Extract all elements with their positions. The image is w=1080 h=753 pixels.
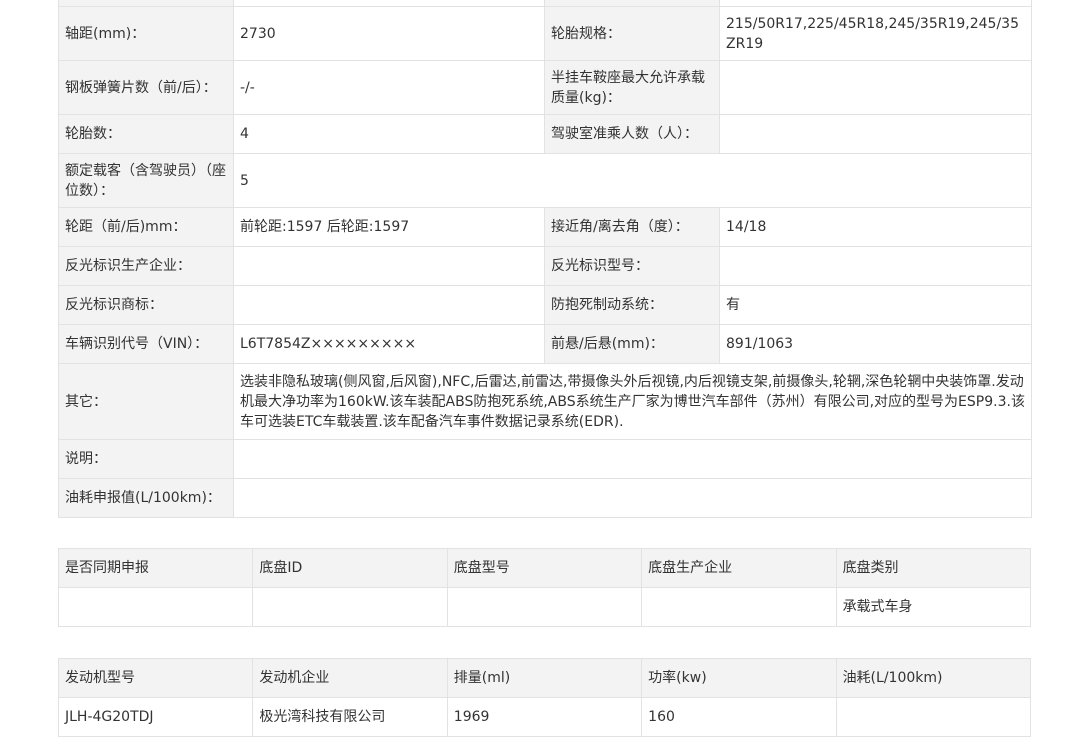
tire-spec-value: 215/50R17,225/45R18,245/35R19,245/35ZR19: [719, 6, 1032, 61]
column-header: 油耗(L/100km): [835, 658, 1032, 698]
notes-label: 说明：: [58, 439, 234, 479]
table-row: 反光标识商标： 防抱死制动系统： 有: [58, 285, 1032, 325]
table-cell: 承载式车身: [835, 587, 1032, 627]
table-row: 其它： 选装非隐私玻璃(侧风窗,后风窗),NFC,后雷达,前雷达,带摄像头外后视…: [58, 363, 1032, 440]
wheelbase-value: 2730: [233, 6, 545, 61]
chassis-table: 是否同期申报 底盘ID 底盘型号 底盘生产企业 底盘类别 承载式车身: [57, 548, 1032, 627]
approach-departure-angle-value: 14/18: [719, 207, 1032, 247]
table-cell: [57, 587, 254, 627]
approach-departure-angle-label: 接近角/离去角（度）：: [544, 207, 720, 247]
table-cell: [641, 587, 837, 627]
leaf-spring-value: -/-: [233, 60, 545, 115]
table-header-row: 发动机型号 发动机企业 排量(ml) 功率(kw) 油耗(L/100km): [57, 658, 1032, 698]
table-row: 油耗申报值(L/100km)：: [58, 478, 1032, 518]
track-label: 轮距（前/后)mm：: [58, 207, 234, 247]
column-header: 排量(ml): [446, 658, 643, 698]
column-header: 底盘型号: [446, 548, 643, 588]
vin-value: L6T7854Z×××××××××: [233, 324, 545, 364]
reflective-model-label: 反光标识型号：: [544, 246, 720, 286]
fuel-declared-value: [233, 478, 1032, 518]
reflective-brand-value: [233, 285, 545, 325]
overhang-value: 891/1063: [719, 324, 1032, 364]
table-cell: 1969: [446, 697, 643, 737]
leaf-spring-label: 钢板弹簧片数（前/后）：: [58, 60, 234, 115]
table-row: 轮胎数： 4 驾驶室准乘人数（人）：: [58, 114, 1032, 154]
tire-count-value: 4: [233, 114, 545, 154]
table-row: 轮距（前/后)mm： 前轮距:1597 后轮距:1597 接近角/离去角（度）：…: [58, 207, 1032, 247]
table-row: 车辆识别代号（VIN）： L6T7854Z××××××××× 前悬/后悬(mm)…: [58, 324, 1032, 364]
passengers-label: 额定载客（含驾驶员）（座位数）：: [58, 153, 234, 208]
column-header: 发动机型号: [57, 658, 254, 698]
other-label: 其它：: [58, 363, 234, 440]
table-cell: JLH-4G20TDJ: [57, 697, 254, 737]
reflective-model-value: [719, 246, 1032, 286]
table-cell: [835, 697, 1032, 737]
table-cell: [446, 587, 643, 627]
table-row: 轴距(mm)： 2730 轮胎规格： 215/50R17,225/45R18,2…: [58, 6, 1032, 61]
column-header: 是否同期申报: [57, 548, 254, 588]
column-header: 功率(kw): [641, 658, 837, 698]
table-cell: [252, 587, 448, 627]
vehicle-spec-table: 轴距(mm)： 2730 轮胎规格： 215/50R17,225/45R18,2…: [58, 0, 1032, 518]
table-cell: 极光湾科技有限公司: [252, 697, 448, 737]
tire-spec-label: 轮胎规格：: [544, 6, 720, 61]
cab-seats-label: 驾驶室准乘人数（人）：: [544, 114, 720, 154]
abs-value: 有: [719, 285, 1032, 325]
semitrailer-load-label: 半挂车鞍座最大允许承载质量(kg)：: [544, 60, 720, 115]
table-row: 反光标识生产企业： 反光标识型号：: [58, 246, 1032, 286]
table-header-row: 是否同期申报 底盘ID 底盘型号 底盘生产企业 底盘类别: [57, 548, 1032, 588]
fuel-declared-label: 油耗申报值(L/100km)：: [58, 478, 234, 518]
column-header: 底盘ID: [252, 548, 448, 588]
track-value: 前轮距:1597 后轮距:1597: [233, 207, 545, 247]
reflective-brand-label: 反光标识商标：: [58, 285, 234, 325]
other-value: 选装非隐私玻璃(侧风窗,后风窗),NFC,后雷达,前雷达,带摄像头外后视镜,内后…: [233, 363, 1032, 440]
table-cell: 160: [641, 697, 837, 737]
table-row: 承载式车身: [57, 587, 1032, 627]
table-row: 钢板弹簧片数（前/后）： -/- 半挂车鞍座最大允许承载质量(kg)：: [58, 60, 1032, 115]
wheelbase-label: 轴距(mm)：: [58, 6, 234, 61]
table-row: 额定载客（含驾驶员）（座位数）： 5: [58, 153, 1032, 208]
reflective-maker-label: 反光标识生产企业：: [58, 246, 234, 286]
engine-table: 发动机型号 发动机企业 排量(ml) 功率(kw) 油耗(L/100km) JL…: [57, 658, 1032, 737]
semitrailer-load-value: [719, 60, 1032, 115]
column-header: 底盘类别: [835, 548, 1032, 588]
table-row: JLH-4G20TDJ 极光湾科技有限公司 1969 160: [57, 697, 1032, 737]
tire-count-label: 轮胎数：: [58, 114, 234, 154]
abs-label: 防抱死制动系统：: [544, 285, 720, 325]
column-header: 发动机企业: [252, 658, 448, 698]
table-row: 说明：: [58, 439, 1032, 479]
passengers-value: 5: [233, 153, 1032, 208]
notes-value: [233, 439, 1032, 479]
cab-seats-value: [719, 114, 1032, 154]
reflective-maker-value: [233, 246, 545, 286]
overhang-label: 前悬/后悬(mm)：: [544, 324, 720, 364]
vin-label: 车辆识别代号（VIN）：: [58, 324, 234, 364]
column-header: 底盘生产企业: [641, 548, 837, 588]
